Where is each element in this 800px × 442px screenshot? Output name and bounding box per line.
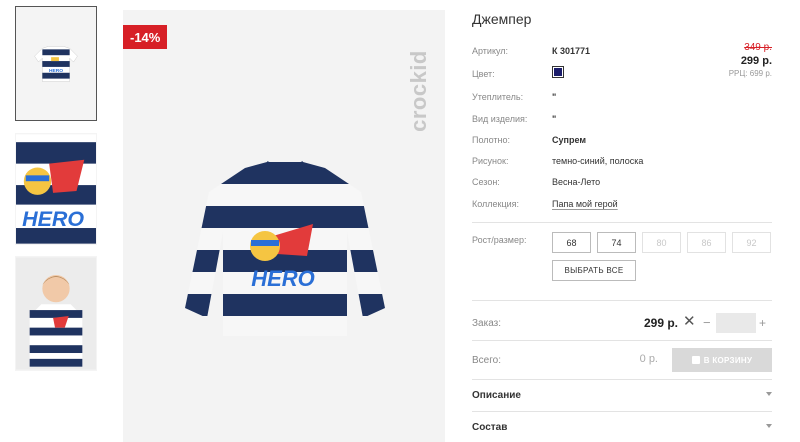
collection-link[interactable]: Папа мой герой xyxy=(552,199,618,209)
thumb-print-text: HERO xyxy=(49,68,63,74)
current-price: 299 р. xyxy=(740,55,772,67)
order-price: 299 р. xyxy=(643,316,678,330)
spec-label: Вид изделия: xyxy=(472,114,528,124)
shirt-illustration: HERO xyxy=(185,161,385,336)
spec-label: Рисунок: xyxy=(472,156,509,166)
spec-label: Коллекция: xyxy=(472,199,520,209)
size-option-74[interactable]: 74 xyxy=(597,232,636,253)
spec-value: Весна-Лето xyxy=(552,177,601,187)
total-value: 0 р. xyxy=(639,353,658,365)
divider xyxy=(472,300,772,301)
clear-icon[interactable]: ✕ xyxy=(683,313,696,331)
accordion-title: Описание xyxy=(472,390,521,401)
quantity-input[interactable] xyxy=(716,313,756,333)
size-option-86[interactable]: 86 xyxy=(687,232,726,253)
accordion-description[interactable]: Описание xyxy=(472,380,772,412)
increase-quantity-button[interactable]: + xyxy=(759,314,766,332)
total-label: Всего: xyxy=(472,355,501,366)
divider xyxy=(472,340,772,341)
price-box: 349 р. 299 р. РРЦ: 699 р. xyxy=(729,42,772,80)
product-title: Джемпер xyxy=(472,11,532,27)
spec-value: К 301771 xyxy=(552,46,591,56)
spec-label: Полотно: xyxy=(472,135,511,145)
spec-label: Артикул: xyxy=(472,46,509,56)
discount-badge: -14% xyxy=(123,25,168,49)
accordion-title: Состав xyxy=(472,422,508,433)
add-to-cart-button[interactable]: В КОРЗИНУ xyxy=(672,348,772,372)
chevron-down-icon xyxy=(766,424,772,428)
accordion-composition[interactable]: Состав xyxy=(472,412,772,442)
spec-label: Сезон: xyxy=(472,177,500,187)
rrc-price: РРЦ: 699 р. xyxy=(728,69,772,78)
divider xyxy=(472,222,772,223)
shirt-print-text: HERO xyxy=(251,266,315,291)
size-option-68[interactable]: 68 xyxy=(552,232,591,253)
brand-logo: crockid xyxy=(406,50,431,132)
size-option-80[interactable]: 80 xyxy=(642,232,681,253)
add-to-cart-label: В КОРЗИНУ xyxy=(703,355,753,365)
size-label: Рост/размер: xyxy=(472,235,527,245)
spec-label: Утеплитель: xyxy=(472,92,524,102)
spec-label: Цвет: xyxy=(472,69,495,79)
chevron-down-icon xyxy=(766,392,772,396)
spec-value: Супрем xyxy=(552,135,586,145)
thumbnail-front[interactable]: HERO xyxy=(15,6,97,121)
main-product-image[interactable]: -14% crockid HERO xyxy=(123,10,445,442)
detail-print-text: HERO xyxy=(22,207,84,231)
thumbnail-detail[interactable]: HERO xyxy=(15,133,97,245)
order-label: Заказ: xyxy=(472,318,502,329)
spec-value: темно-синий, полоска xyxy=(552,156,644,166)
thumbnail-model[interactable] xyxy=(15,256,97,371)
old-price: 349 р. xyxy=(744,42,772,53)
size-option-92[interactable]: 92 xyxy=(732,232,771,253)
decrease-quantity-button[interactable]: − xyxy=(703,314,711,332)
spec-value: " xyxy=(552,114,557,124)
spec-value: " xyxy=(552,92,557,102)
color-swatch[interactable] xyxy=(552,66,564,78)
select-all-button[interactable]: ВЫБРАТЬ ВСЕ xyxy=(552,260,636,281)
cart-icon xyxy=(691,356,700,364)
